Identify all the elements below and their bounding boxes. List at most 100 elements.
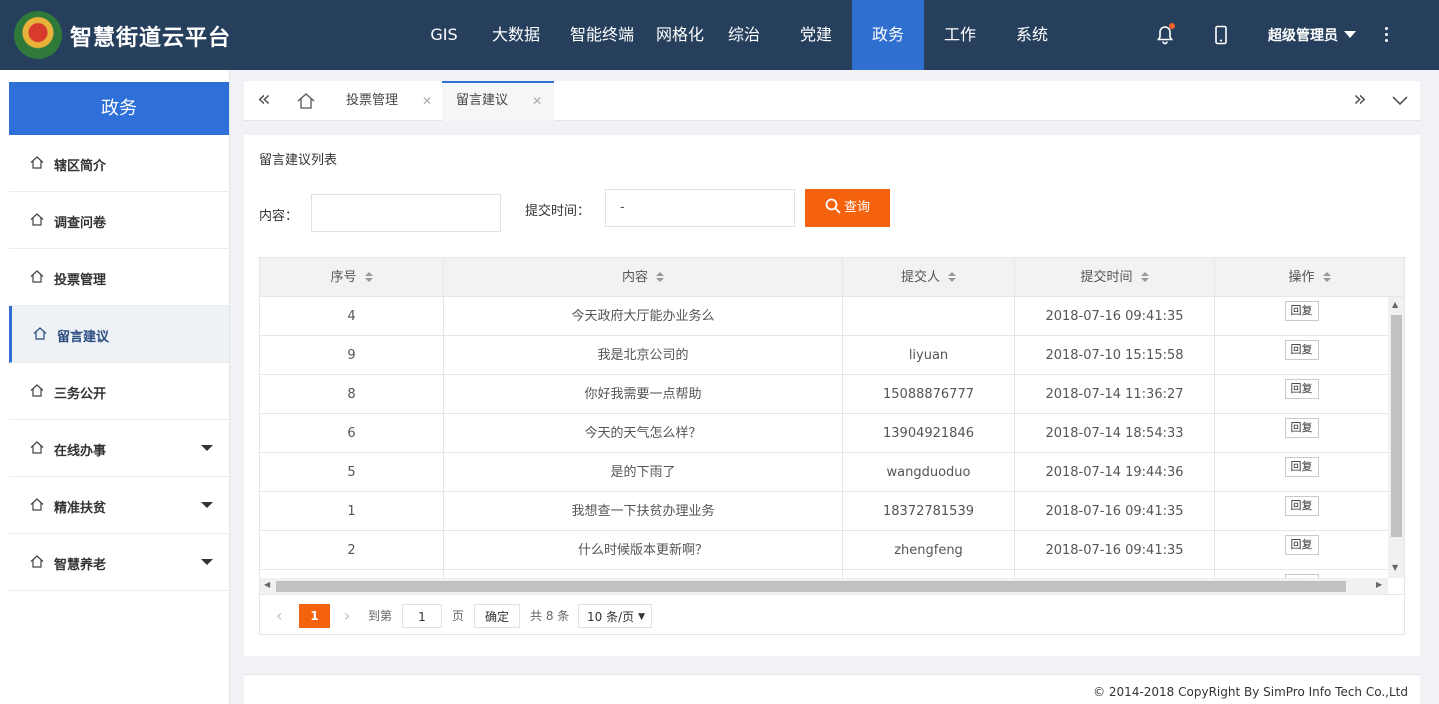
sort-icon[interactable]	[948, 272, 956, 282]
cell-time: 2018-07-14 19:44:36	[1015, 453, 1215, 492]
bell-icon[interactable]	[1153, 23, 1177, 47]
content-input[interactable]	[311, 194, 501, 232]
sort-icon[interactable]	[656, 272, 664, 282]
cell-content: 什么时候版本更新啊？	[444, 531, 843, 570]
search-icon	[825, 198, 841, 214]
table-header: 序号 内容 提交人 提交时间 操作	[260, 258, 1404, 297]
table-row: 5 是的下雨了 wangduoduo 2018-07-14 19:44:36 回…	[260, 453, 1388, 492]
tab-suggestions[interactable]: 留言建议 ✕	[442, 81, 554, 121]
more-vertical-icon[interactable]	[1380, 24, 1392, 46]
cell-id	[260, 570, 444, 578]
user-menu[interactable]: 超级管理员	[1268, 25, 1356, 45]
reply-button[interactable]: 回复	[1284, 418, 1319, 438]
sort-icon[interactable]	[364, 272, 373, 282]
column-header-submitter[interactable]: 提交人	[843, 258, 1015, 297]
close-icon[interactable]: ✕	[422, 81, 432, 121]
pagination: ‹ 1 › 到第 1 页 确定 共 8 条 10 条/页 ▼	[260, 594, 1404, 634]
sidebar-item-label: 在线办事	[54, 444, 107, 459]
tabs-scroll-right-icon[interactable]: »	[1340, 81, 1380, 121]
close-icon[interactable]: ✕	[532, 83, 542, 119]
reply-button[interactable]: 回复	[1284, 496, 1319, 516]
sidebar-item-suggestions[interactable]: 留言建议	[9, 306, 229, 363]
sidebar-item-online-services[interactable]: 在线办事	[9, 420, 229, 477]
reply-button[interactable]: 回复	[1284, 535, 1319, 555]
sidebar-item-voting[interactable]: 投票管理	[9, 249, 229, 306]
nav-smart-terminal[interactable]: 智能终端	[552, 0, 652, 70]
home-tab-icon[interactable]	[296, 92, 316, 110]
sidebar-item-public-affairs[interactable]: 三务公开	[9, 363, 229, 420]
user-name: 超级管理员	[1268, 28, 1338, 44]
panel-title: 留言建议列表	[259, 153, 338, 168]
scroll-down-icon[interactable]: ▼	[1392, 563, 1398, 572]
scrollbar-thumb[interactable]	[1391, 315, 1402, 537]
column-header-id[interactable]: 序号	[260, 258, 444, 297]
nav-work[interactable]: 工作	[924, 0, 996, 70]
nav-government[interactable]: 政务	[852, 0, 924, 70]
cell-submitter: liyuan	[843, 336, 1015, 375]
vertical-scrollbar[interactable]: ▲ ▼	[1388, 297, 1404, 578]
cell-time: 2018-07-16 09:41:35	[1015, 531, 1215, 570]
copyright-text: © 2014-2018 CopyRight By SimPro Info Tec…	[1093, 685, 1408, 699]
tabs-scroll-left-icon[interactable]: «	[244, 81, 284, 121]
caret-down-icon	[201, 559, 213, 565]
nav-grid[interactable]: 网格化	[652, 0, 708, 70]
query-button[interactable]: 查询	[805, 189, 890, 227]
reply-button[interactable]: 回复	[1284, 340, 1319, 360]
sidebar-item-district-intro[interactable]: 辖区简介	[9, 135, 229, 192]
scrollbar-thumb[interactable]	[276, 581, 1346, 592]
table-row: 8 你好我需要一点帮助 15088876777 2018-07-14 11:36…	[260, 375, 1388, 414]
cell-content: 你好我需要一点帮助	[444, 375, 843, 414]
sort-icon[interactable]	[1140, 272, 1149, 282]
nav-comprehensive[interactable]: 综治	[708, 0, 780, 70]
table-row: 回复	[260, 570, 1388, 578]
horizontal-scrollbar[interactable]: ◀ ▶	[260, 578, 1388, 594]
sidebar-menu: 辖区简介 调查问卷 投票管理 留言建议 三务公开 在线办事 精准扶贫 智慧养老	[9, 135, 229, 591]
sort-icon[interactable]	[1322, 272, 1331, 282]
cell-content	[444, 570, 843, 578]
nav-system[interactable]: 系统	[996, 0, 1068, 70]
sidebar: 政务 辖区简介 调查问卷 投票管理 留言建议 三务公开 在线办事 精准扶贫 智慧…	[0, 70, 230, 704]
cell-submitter	[843, 297, 1015, 336]
tabs-dropdown-icon[interactable]	[1380, 81, 1420, 121]
cell-submitter: wangduoduo	[843, 453, 1015, 492]
scroll-up-icon[interactable]: ▲	[1392, 300, 1398, 309]
tab-label: 投票管理	[346, 93, 399, 108]
scroll-left-icon[interactable]: ◀	[264, 580, 270, 589]
goto-page-input[interactable]: 1	[402, 604, 442, 628]
nav-gis[interactable]: GIS	[408, 0, 480, 70]
suggestions-table: 序号 内容 提交人 提交时间 操作 4 今天政府大厅能办业务么 2018-07-…	[259, 257, 1405, 635]
sidebar-item-elderly-care[interactable]: 智慧养老	[9, 534, 229, 591]
tab-voting[interactable]: 投票管理 ✕	[332, 81, 442, 121]
nav-big-data[interactable]: 大数据	[480, 0, 552, 70]
mobile-icon[interactable]	[1209, 23, 1233, 47]
cell-time: 2018-07-14 11:36:27	[1015, 375, 1215, 414]
column-header-actions[interactable]: 操作	[1215, 258, 1404, 297]
column-header-content[interactable]: 内容	[444, 258, 843, 297]
top-navbar: 智慧街道云平台 GIS 大数据 智能终端 网格化 综治 党建 政务 工作 系统 …	[0, 0, 1439, 70]
cell-id: 5	[260, 453, 444, 492]
caret-down-icon	[1344, 31, 1356, 38]
reply-button[interactable]: 回复	[1284, 379, 1319, 399]
current-page[interactable]: 1	[299, 604, 330, 628]
scroll-right-icon[interactable]: ▶	[1376, 580, 1382, 589]
cell-id: 9	[260, 336, 444, 375]
cell-id: 2	[260, 531, 444, 570]
main-nav: GIS 大数据 智能终端 网格化 综治 党建 政务 工作 系统	[408, 0, 1068, 70]
table-row: 9 我是北京公司的 liyuan 2018-07-10 15:15:58 回复	[260, 336, 1388, 375]
reply-button[interactable]: 回复	[1284, 301, 1319, 321]
home-icon	[30, 156, 44, 169]
submit-time-input[interactable]: -	[605, 189, 795, 227]
caret-down-icon	[201, 445, 213, 451]
goto-confirm-button[interactable]: 确定	[474, 604, 520, 628]
cell-content: 我想查一下扶贫办理业务	[444, 492, 843, 531]
sidebar-item-poverty-alleviation[interactable]: 精准扶贫	[9, 477, 229, 534]
sidebar-item-survey[interactable]: 调查问卷	[9, 192, 229, 249]
prev-page-icon[interactable]: ‹	[276, 604, 282, 628]
next-page-icon[interactable]: ›	[344, 604, 350, 628]
nav-party[interactable]: 党建	[780, 0, 852, 70]
reply-button[interactable]: 回复	[1284, 457, 1319, 477]
cell-actions: 回复	[1215, 375, 1388, 414]
column-header-time[interactable]: 提交时间	[1015, 258, 1215, 297]
cell-time	[1015, 570, 1215, 578]
page-size-select[interactable]: 10 条/页 ▼	[578, 604, 652, 628]
